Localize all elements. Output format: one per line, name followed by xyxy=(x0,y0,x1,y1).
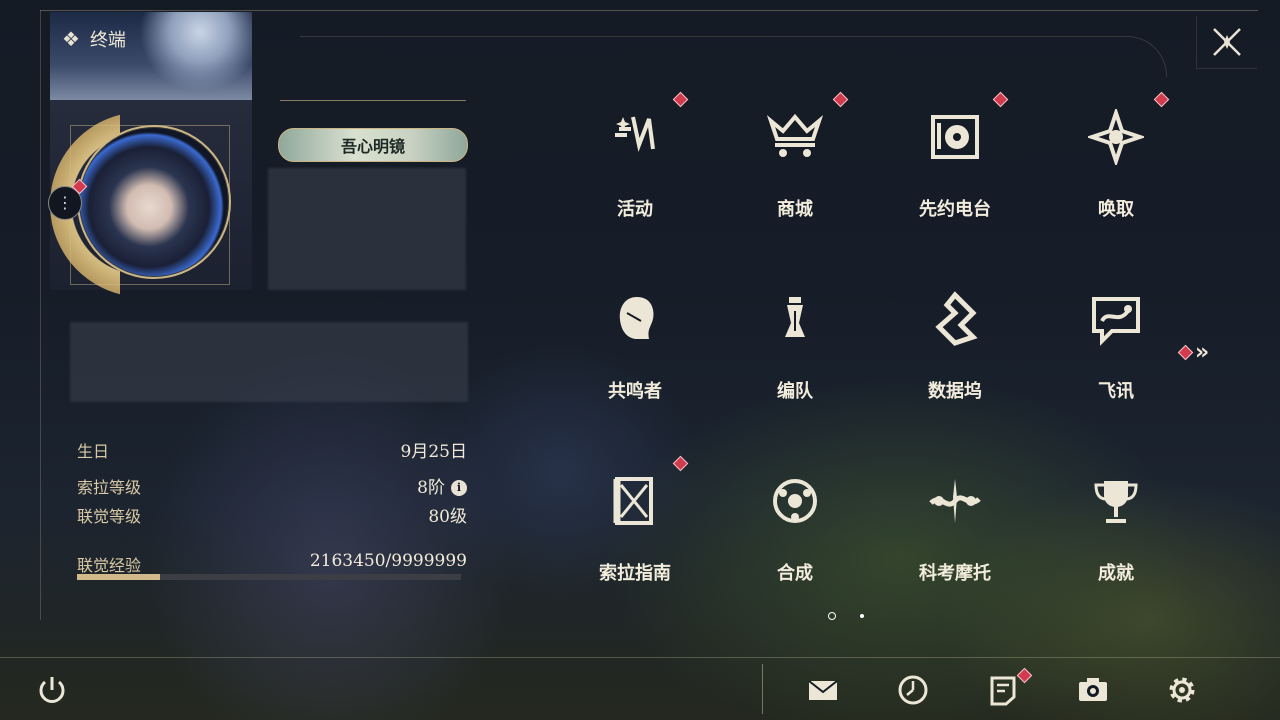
chess-team-icon xyxy=(785,297,805,337)
union-level-label: 联觉等级 xyxy=(77,507,142,526)
shop-crown-cart-icon xyxy=(767,113,823,157)
camera-icon xyxy=(1079,678,1107,701)
page-title: 终端 xyxy=(89,30,126,51)
pagination xyxy=(828,612,864,620)
hidden-name-area xyxy=(268,168,466,290)
menu-item-5[interactable]: 编队 xyxy=(715,275,875,425)
menu-item-2[interactable]: 先约电台 xyxy=(875,91,1035,243)
menu-item-8[interactable]: 索拉指南 xyxy=(555,455,715,607)
menu-item-label: 商城 xyxy=(777,199,813,220)
menu-item-0[interactable]: 活动 xyxy=(555,91,715,243)
menu-item-label: 数据坞 xyxy=(928,381,982,402)
birthday-value: 9月25日 xyxy=(400,442,467,462)
menu-item-1[interactable]: 商城 xyxy=(715,91,875,243)
menu-item-badge xyxy=(672,91,689,108)
menu-item-label: 成就 xyxy=(1098,563,1134,584)
menu-item-label: 飞讯 xyxy=(1098,381,1134,402)
more-dots-icon: ⋮ xyxy=(57,193,73,212)
bottom-divider xyxy=(0,657,1280,658)
settings-button[interactable] xyxy=(1162,670,1202,710)
close-button[interactable] xyxy=(1196,16,1257,69)
gear-icon xyxy=(1169,677,1195,703)
union-exp-label: 联觉经验 xyxy=(77,556,142,575)
union-exp-value: 2163450/9999999 xyxy=(309,551,467,571)
sola-level-value: 8阶 xyxy=(417,478,445,498)
menu-item-label: 先约电台 xyxy=(919,199,991,220)
frame-left-line xyxy=(40,10,41,620)
close-icon xyxy=(1213,28,1241,56)
double-chevron-right-icon: » xyxy=(1195,340,1210,365)
notice-button[interactable] xyxy=(983,667,1033,710)
frame-top-line xyxy=(40,10,1258,11)
menu-item-badge xyxy=(992,91,1009,108)
trophy-icon xyxy=(1094,481,1138,523)
hidden-signature-area xyxy=(70,322,468,402)
header: ❖ 终端 xyxy=(62,26,126,52)
menu-item-label: 共鸣者 xyxy=(608,381,662,402)
next-page-badge xyxy=(1177,344,1194,361)
clock-icon xyxy=(898,675,928,705)
radio-icon xyxy=(931,115,979,159)
motorbike-icon xyxy=(929,479,981,523)
mail-icon xyxy=(808,680,838,700)
union-level-value: 80级 xyxy=(428,507,467,527)
menu-item-6[interactable]: 数据坞 xyxy=(875,275,1035,425)
menu-item-badge xyxy=(672,455,689,472)
event-icon xyxy=(615,116,655,152)
clock-button[interactable] xyxy=(893,670,933,710)
menu-item-label: 合成 xyxy=(777,563,813,584)
menu-item-label: 科考摩托 xyxy=(919,563,991,584)
resonator-head-icon xyxy=(619,297,654,339)
mail-button[interactable] xyxy=(803,670,843,710)
compass-summon-icon xyxy=(1088,109,1144,165)
sola-level-row: 8阶 i xyxy=(417,473,467,498)
menu-item-label: 编队 xyxy=(777,381,813,402)
birthday-label: 生日 xyxy=(77,442,110,461)
title-plate[interactable]: 吾心明镜 xyxy=(278,128,468,162)
notice-icon xyxy=(990,676,1016,706)
message-chat-icon xyxy=(1092,297,1140,346)
menu-item-label: 活动 xyxy=(617,199,653,220)
menu-item-4[interactable]: 共鸣者 xyxy=(555,275,715,425)
bottom-separator xyxy=(762,664,763,714)
frame-curve xyxy=(300,36,1167,77)
data-dock-icon xyxy=(935,291,978,346)
menu-item-badge xyxy=(832,91,849,108)
menu-item-3[interactable]: 唤取 xyxy=(1036,91,1196,243)
menu-item-10[interactable]: 科考摩托 xyxy=(875,457,1035,607)
info-icon[interactable]: i xyxy=(451,480,467,496)
camera-button[interactable] xyxy=(1073,670,1113,710)
union-exp-bar xyxy=(77,574,461,580)
guide-book-icon xyxy=(613,477,653,525)
menu-item-label: 唤取 xyxy=(1098,199,1134,220)
menu-item-11[interactable]: 成就 xyxy=(1036,457,1196,607)
name-divider xyxy=(280,100,466,101)
menu-item-7[interactable]: 飞讯 xyxy=(1036,275,1196,425)
page-dot-2[interactable] xyxy=(860,614,864,618)
synthesis-icon xyxy=(773,479,817,523)
menu-item-badge xyxy=(1153,91,1170,108)
avatar[interactable] xyxy=(77,125,231,279)
terminal-icon: ❖ xyxy=(62,27,80,51)
next-page-button[interactable]: » xyxy=(1177,340,1210,365)
menu-item-label: 索拉指南 xyxy=(599,563,671,584)
sola-level-label: 索拉等级 xyxy=(77,478,142,497)
union-exp-fill xyxy=(77,574,161,580)
menu-item-9[interactable]: 合成 xyxy=(715,457,875,607)
power-icon xyxy=(39,677,65,703)
page-dot-1[interactable] xyxy=(828,612,836,620)
power-button[interactable] xyxy=(32,670,72,710)
